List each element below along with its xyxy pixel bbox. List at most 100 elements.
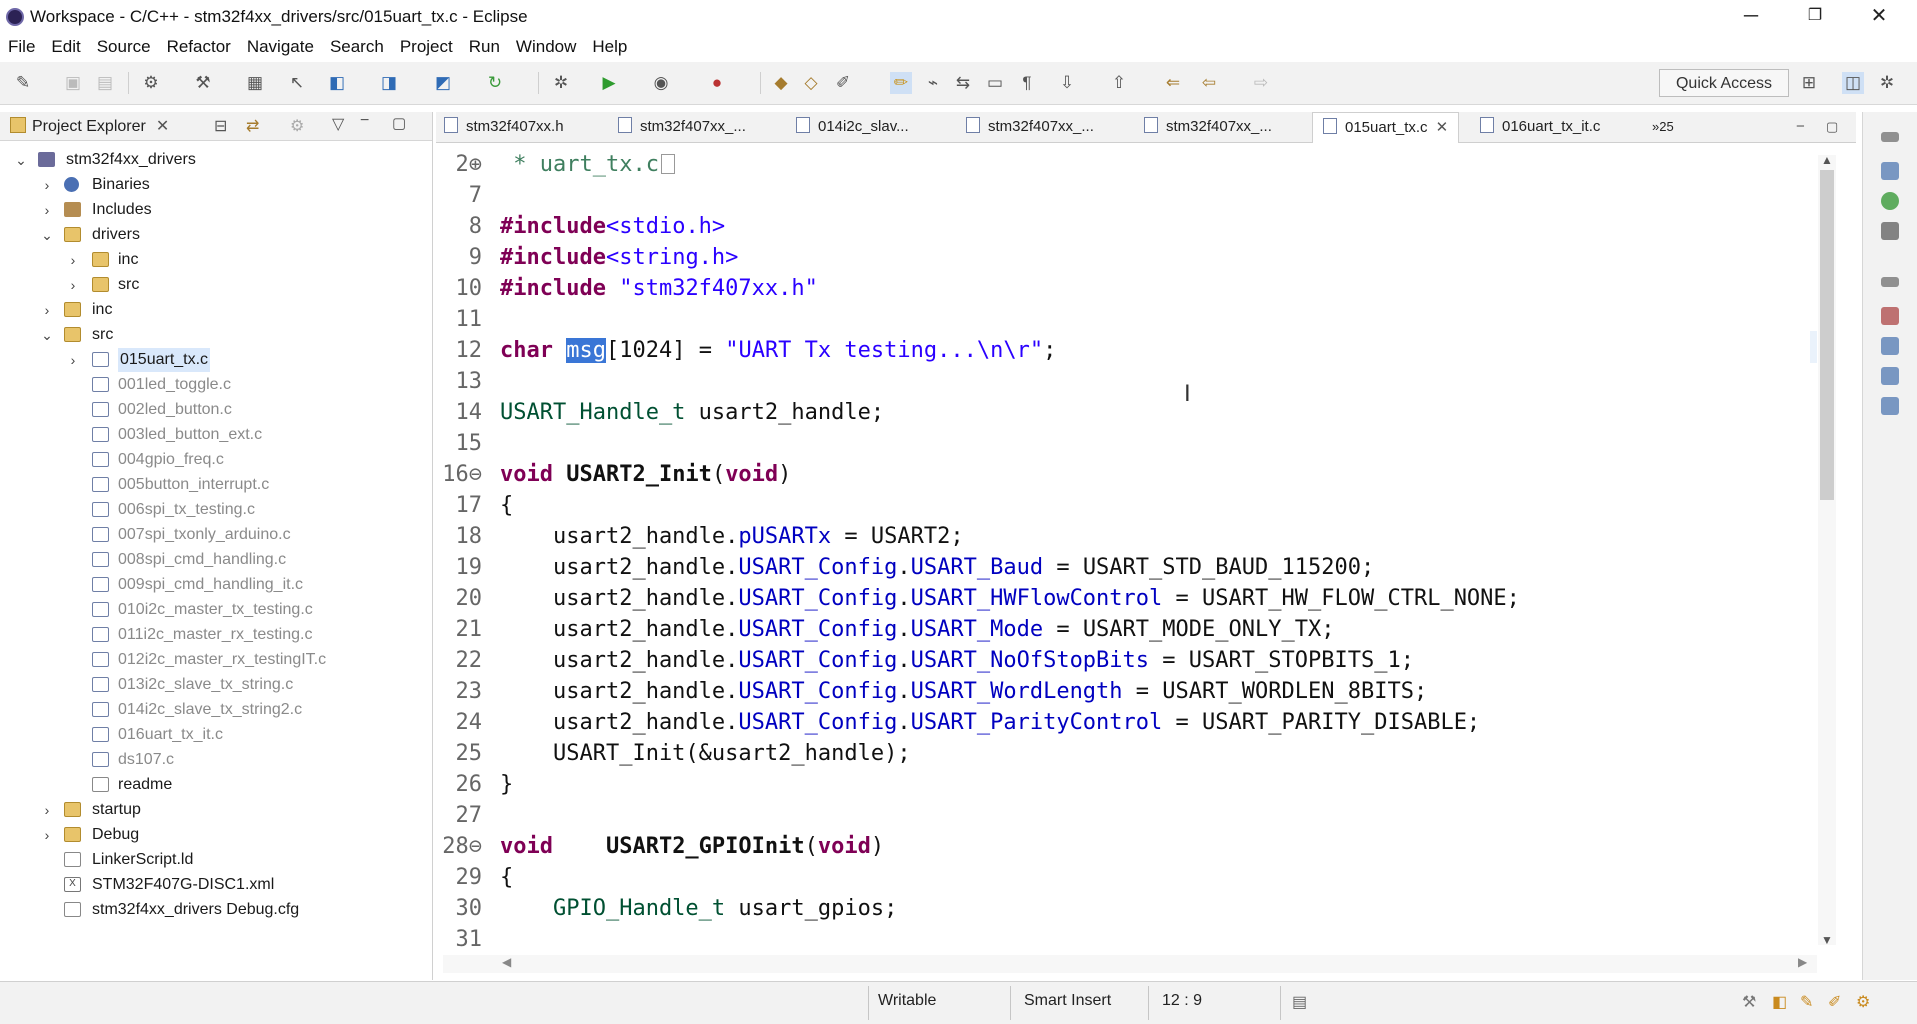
maximize-panel-icon[interactable]: ▢	[392, 114, 406, 132]
editor-tab[interactable]: stm32f407xx_...	[1144, 112, 1272, 142]
editor-tab[interactable]: 014i2c_slav...	[796, 112, 909, 142]
chevron-right-icon[interactable]: ›	[66, 348, 80, 372]
toggle-icon[interactable]: ⇆	[952, 72, 974, 94]
highlight-icon[interactable]: ✏	[890, 72, 912, 94]
menu-window[interactable]: Window	[508, 37, 584, 57]
back-icon[interactable]: ⇦	[1198, 72, 1220, 94]
settings-icon[interactable]: ⚙	[1856, 992, 1870, 1012]
scroll-right-icon[interactable]: ▶	[1798, 955, 1807, 969]
chevron-right-icon[interactable]: ›	[40, 823, 54, 847]
marker-icon[interactable]: ✐	[1828, 992, 1841, 1012]
minimize-button[interactable]: ─	[1719, 0, 1783, 34]
chevron-right-icon[interactable]: ›	[40, 298, 54, 322]
menu-refactor[interactable]: Refactor	[159, 37, 239, 57]
progress-icon[interactable]: ⚒	[1742, 992, 1756, 1012]
scroll-up-icon[interactable]: ▲	[1821, 153, 1833, 167]
menu-run[interactable]: Run	[461, 37, 508, 57]
close-tab-icon[interactable]: ✕	[1436, 119, 1449, 136]
tips-icon[interactable]: ◧	[1772, 992, 1787, 1012]
menu-search[interactable]: Search	[322, 37, 392, 57]
menu-help[interactable]: Help	[584, 37, 635, 57]
outline-icon[interactable]	[1881, 162, 1899, 180]
coverage-icon[interactable]: ◉	[650, 72, 672, 94]
editor-tab[interactable]: stm32f407xx_...	[618, 112, 746, 142]
minimize-editor-icon[interactable]: −	[1796, 112, 1805, 142]
close-tab-icon[interactable]: ✕	[156, 118, 169, 135]
debug-perspective-icon[interactable]: ✲	[1876, 72, 1898, 94]
open-type-icon[interactable]: ◆	[770, 72, 792, 94]
terminal-icon[interactable]	[1881, 397, 1899, 415]
block-icon[interactable]: ▭	[984, 72, 1006, 94]
tab-overflow-button[interactable]: »25	[1652, 112, 1674, 142]
restore-icon[interactable]	[1881, 132, 1899, 142]
task-list-icon[interactable]	[1881, 222, 1899, 240]
prev-annotation-icon[interactable]: ⇧	[1108, 72, 1130, 94]
save-all-icon[interactable]: ▤	[94, 72, 116, 94]
new-icon[interactable]: ✎	[12, 72, 34, 94]
collapse-all-icon[interactable]: ⊟	[214, 116, 227, 136]
chevron-right-icon[interactable]: ›	[66, 273, 80, 297]
binary-icon[interactable]: ▦	[244, 72, 266, 94]
menu-project[interactable]: Project	[392, 37, 461, 57]
chevron-right-icon[interactable]: ›	[40, 198, 54, 222]
run-icon[interactable]: ▶	[598, 72, 620, 94]
notes-icon[interactable]: ✎	[1800, 992, 1813, 1012]
restore-icon[interactable]	[1881, 277, 1899, 287]
folded-comment-icon[interactable]	[660, 154, 675, 174]
explorer-tab[interactable]: Project Explorer ✕	[10, 116, 169, 136]
indexer-icon[interactable]: ▤	[1292, 992, 1307, 1012]
menu-edit[interactable]: Edit	[43, 37, 88, 57]
paragraph-icon[interactable]: ¶	[1016, 72, 1038, 94]
next-annotation-icon[interactable]: ⇩	[1056, 72, 1078, 94]
chevron-right-icon[interactable]: ›	[66, 248, 80, 272]
maximize-button[interactable]: ❐	[1783, 0, 1847, 34]
make-target-icon[interactable]	[1881, 192, 1899, 210]
menu-source[interactable]: Source	[89, 37, 159, 57]
maximize-editor-icon[interactable]: ▢	[1826, 112, 1838, 142]
view-menu-icon[interactable]: ▽	[332, 114, 344, 134]
horizontal-scrollbar[interactable]	[443, 955, 1817, 973]
new-folder-icon[interactable]: ◨	[378, 72, 400, 94]
link-editor-icon[interactable]: ⇄	[246, 116, 259, 136]
scrollbar-thumb[interactable]	[1820, 170, 1834, 500]
new-project-icon[interactable]: ◧	[326, 72, 348, 94]
settings-icon[interactable]: ⚙	[140, 72, 162, 94]
quick-access-input[interactable]: Quick Access	[1659, 69, 1789, 97]
pen-icon[interactable]: ✐	[832, 72, 854, 94]
c-perspective-icon[interactable]: ◫	[1842, 72, 1864, 94]
chevron-right-icon[interactable]: ›	[40, 798, 54, 822]
problems-icon[interactable]	[1881, 307, 1899, 325]
cursor-icon[interactable]: ↖	[286, 72, 308, 94]
console-icon[interactable]	[1881, 337, 1899, 355]
scroll-down-icon[interactable]: ▼	[1821, 933, 1833, 947]
chevron-down-icon[interactable]: ⌄	[14, 148, 28, 172]
external-tools-icon[interactable]: ●	[706, 72, 728, 94]
chevron-down-icon[interactable]: ⌄	[40, 323, 54, 347]
properties-icon[interactable]	[1881, 367, 1899, 385]
scroll-left-icon[interactable]: ◀	[502, 955, 511, 969]
refresh-icon[interactable]: ↻	[484, 72, 506, 94]
menu-file[interactable]: File	[0, 37, 43, 57]
chevron-right-icon[interactable]: ›	[40, 173, 54, 197]
marker-icon[interactable]: ⌁	[922, 72, 944, 94]
save-icon[interactable]: ▣	[62, 72, 84, 94]
line-number: 16⊖	[442, 462, 482, 487]
minimize-panel-icon[interactable]: −	[360, 112, 369, 130]
folder-tree-icon	[10, 117, 26, 133]
editor-tab-active[interactable]: 015uart_tx.c ✕	[1312, 112, 1460, 144]
filter-icon[interactable]: ⚙	[290, 116, 304, 136]
chevron-down-icon[interactable]: ⌄	[40, 223, 54, 247]
open-perspective-icon[interactable]: ⊞	[1798, 72, 1820, 94]
last-edit-icon[interactable]: ⇐	[1162, 72, 1184, 94]
open-folder-icon[interactable]: ◇	[800, 72, 822, 94]
build-hammer-icon[interactable]: ⚒	[192, 72, 214, 94]
forward-icon[interactable]: ⇨	[1250, 72, 1272, 94]
code-editor[interactable]: 2⊕ * uart_tx.c 7 8 #include<stdio.h> 9 #…	[436, 143, 1810, 955]
close-window-button[interactable]: ✕	[1847, 0, 1911, 34]
editor-tab[interactable]: stm32f407xx.h	[444, 112, 564, 142]
editor-tab[interactable]: stm32f407xx_...	[966, 112, 1094, 142]
debug-bug-icon[interactable]: ✲	[550, 72, 572, 94]
new-class-icon[interactable]: ◩	[432, 72, 454, 94]
editor-tab[interactable]: 016uart_tx_it.c	[1480, 112, 1600, 142]
menu-navigate[interactable]: Navigate	[239, 37, 322, 57]
